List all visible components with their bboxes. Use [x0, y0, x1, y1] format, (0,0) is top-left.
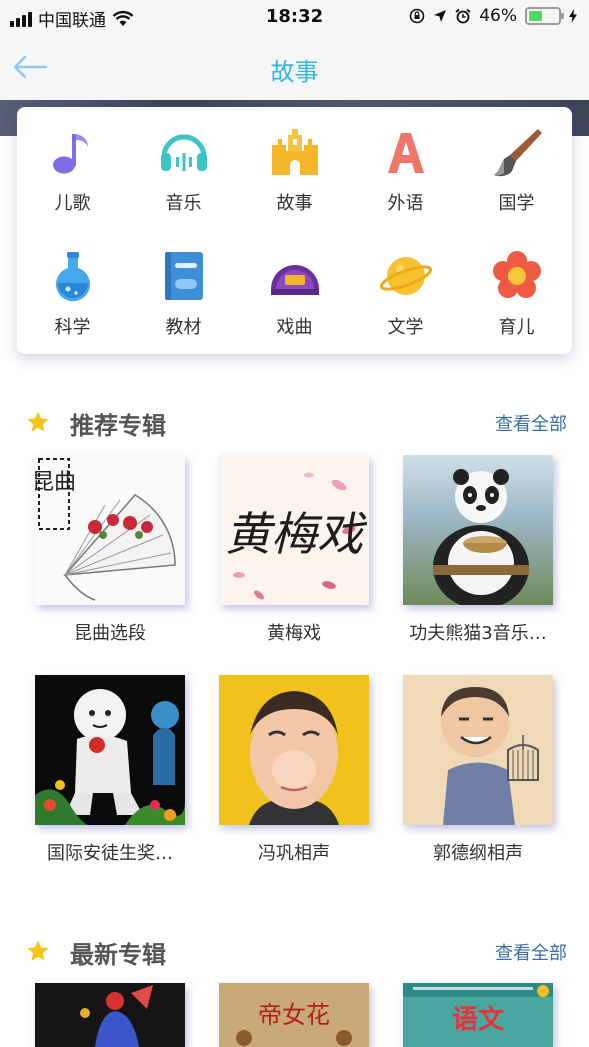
recommended-header: 推荐专辑 查看全部	[0, 402, 589, 442]
category-yinyue[interactable]: 音乐	[128, 107, 239, 231]
album-cover: 黄梅戏	[219, 455, 369, 605]
category-xiqu[interactable]: 戏曲	[239, 231, 350, 354]
alarm-icon	[455, 8, 471, 24]
section-title: 推荐专辑	[70, 412, 166, 440]
category-label: 儿歌	[54, 193, 91, 214]
category-label: 文学	[387, 317, 424, 338]
cover-text-dinvhua: 帝女花	[258, 1001, 330, 1029]
category-yuer[interactable]: 育儿	[461, 231, 572, 354]
battery-icon	[525, 7, 564, 25]
album-cover	[403, 675, 553, 825]
category-label: 育儿	[498, 317, 535, 338]
category-gushi[interactable]: 故事	[239, 107, 350, 231]
album-cover	[35, 675, 185, 825]
category-label: 戏曲	[276, 317, 313, 338]
section-title: 最新专辑	[70, 941, 166, 969]
castle-icon	[268, 125, 322, 179]
category-label: 音乐	[165, 193, 202, 214]
album-card[interactable]: 国际安徒生奖…	[35, 675, 185, 865]
star-icon	[27, 940, 49, 961]
album-cover: 帝女花	[219, 983, 369, 1047]
nav-bar: 故事	[0, 34, 589, 100]
planet-icon	[379, 249, 433, 303]
charging-icon	[569, 9, 577, 23]
album-name: 昆曲选段	[74, 623, 146, 644]
album-card[interactable]: 郭德纲相声	[403, 675, 553, 865]
rotation-lock-icon	[409, 8, 425, 24]
category-jiaocai[interactable]: 教材	[128, 231, 239, 354]
cover-text-huangmei: 黄梅戏	[225, 507, 368, 561]
music-note-icon	[46, 125, 100, 179]
album-name: 功夫熊猫3音乐…	[409, 623, 547, 644]
headphones-icon	[157, 125, 211, 179]
opera-hat-icon	[268, 249, 322, 303]
battery-percent: 46%	[479, 6, 517, 26]
category-label: 科学	[54, 317, 91, 338]
star-icon	[27, 411, 49, 432]
book-icon	[157, 249, 211, 303]
category-label: 故事	[276, 193, 313, 214]
album-cover	[403, 455, 553, 605]
category-kexue[interactable]: 科学	[17, 231, 128, 354]
cover-text-yuwen: 语文	[452, 1004, 505, 1035]
category-wenxue[interactable]: 文学	[350, 231, 461, 354]
latest-albums: 帝女花 语文	[35, 983, 555, 1047]
flower-icon	[490, 249, 544, 303]
album-cover: 语文	[403, 983, 553, 1047]
category-label: 教材	[165, 317, 202, 338]
letter-a-icon	[379, 125, 433, 179]
brush-icon	[490, 125, 544, 179]
category-erge[interactable]: 儿歌	[17, 107, 128, 231]
album-cover	[219, 675, 369, 825]
album-card[interactable]	[35, 983, 185, 1047]
category-guoxue[interactable]: 国学	[461, 107, 572, 231]
category-card: 儿歌 音乐 故事 外语 国学 科学 教材 戏曲 文学 育儿	[17, 107, 572, 354]
album-card[interactable]: 功夫熊猫3音乐…	[403, 455, 553, 645]
album-cover: 昆曲	[35, 455, 185, 605]
category-label: 外语	[387, 193, 424, 214]
flask-icon	[46, 249, 100, 303]
album-name: 冯巩相声	[258, 843, 330, 864]
album-card[interactable]: 冯巩相声	[219, 675, 369, 865]
view-all-link[interactable]: 查看全部	[495, 410, 567, 436]
album-name: 国际安徒生奖…	[47, 843, 173, 864]
latest-header: 最新专辑 查看全部	[0, 931, 589, 971]
page-title: 故事	[270, 58, 319, 86]
category-label: 国学	[498, 193, 535, 214]
album-name: 黄梅戏	[267, 623, 321, 644]
category-waiyu[interactable]: 外语	[350, 107, 461, 231]
album-name: 郭德纲相声	[433, 843, 523, 864]
album-card[interactable]: 昆曲 昆曲选段	[35, 455, 185, 645]
album-card[interactable]: 帝女花	[219, 983, 369, 1047]
album-card[interactable]: 语文	[403, 983, 553, 1047]
album-card[interactable]: 黄梅戏 黄梅戏	[219, 455, 369, 645]
view-all-link[interactable]: 查看全部	[495, 939, 567, 965]
location-icon	[434, 10, 447, 22]
status-bar: 中国联通 18:32 46%	[0, 0, 589, 34]
recommended-albums: 昆曲 昆曲选段 黄梅戏 黄梅戏 功夫熊猫3音乐… 国际安徒生奖… 冯巩相声 郭德…	[35, 455, 555, 865]
cover-text-kun: 昆曲	[35, 470, 76, 495]
album-cover	[35, 983, 185, 1047]
